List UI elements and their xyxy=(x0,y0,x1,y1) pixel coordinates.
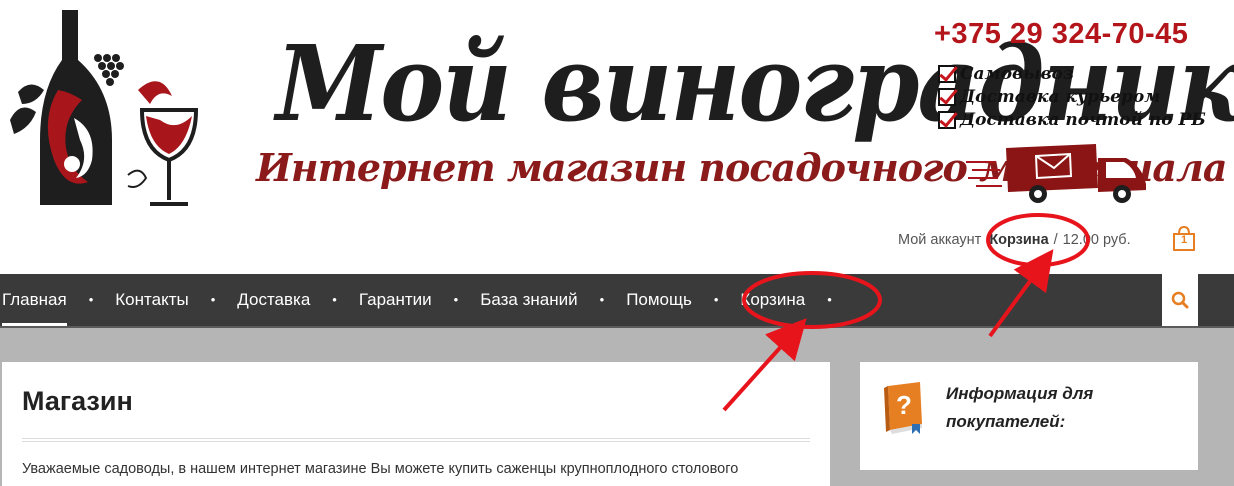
cart-count-badge: 1 xyxy=(1180,234,1188,246)
separator: / xyxy=(1053,232,1058,248)
content-area: Магазин Уважаемые садоводы, в нашем инте… xyxy=(0,328,1234,486)
nav-item-guarantees[interactable]: Гарантии xyxy=(359,274,432,326)
sidebar-info-title[interactable]: Информация для покупателей: xyxy=(946,380,1166,436)
feature-label: Доставка курьером xyxy=(960,86,1161,107)
delivery-features: Самовывоз Доставка курьером Доставка поч… xyxy=(938,62,1206,131)
nav-separator: • xyxy=(88,292,94,307)
nav-item-delivery[interactable]: Доставка xyxy=(237,274,310,326)
phone-number: +375 29 324-70-45 xyxy=(934,18,1189,50)
site-header: Мой виноградник Интернет магазин посадоч… xyxy=(0,0,1234,274)
account-bar: Мой аккаунт Корзина / 12.00 руб. xyxy=(898,228,1131,252)
nav-item-help[interactable]: Помощь xyxy=(626,274,692,326)
checkbox-icon xyxy=(938,87,956,106)
my-account-link[interactable]: Мой аккаунт xyxy=(898,232,981,248)
nav-item-contacts[interactable]: Контакты xyxy=(115,274,188,326)
delivery-truck-icon xyxy=(966,144,1146,203)
nav-item-home[interactable]: Главная xyxy=(2,274,67,326)
brand-subtitle: Интернет магазин посадочного материала xyxy=(256,145,1227,190)
main-nav: Главная • Контакты • Доставка • Гарантии • Б… xyxy=(0,274,1234,328)
title-divider xyxy=(22,438,810,442)
feature-label: Самовывоз xyxy=(960,63,1074,84)
nav-separator: • xyxy=(332,292,337,307)
page-title: Магазин xyxy=(22,386,133,416)
intro-text: Уважаемые садоводы, в нашем интернет маг… xyxy=(22,461,739,477)
search-button[interactable] xyxy=(1162,274,1198,326)
nav-separator: • xyxy=(827,292,832,307)
nav-item-knowledge-base[interactable]: База знаний xyxy=(480,274,577,326)
nav-separator: • xyxy=(713,292,719,307)
checkbox-icon xyxy=(938,110,956,129)
feature-label: Доставка почтой по РБ xyxy=(960,109,1206,130)
sidebar-info-card: ? Информация для покупателей: xyxy=(860,362,1198,470)
logo-icon[interactable] xyxy=(0,0,210,215)
main-content-card: Магазин Уважаемые садоводы, в нашем инте… xyxy=(2,362,830,486)
search-icon xyxy=(1171,291,1189,309)
feature-courier: Доставка курьером xyxy=(938,85,1206,108)
nav-separator: • xyxy=(599,292,605,307)
help-book-icon[interactable]: ? xyxy=(882,380,928,434)
feature-post: Доставка почтой по РБ xyxy=(938,108,1206,131)
checkbox-icon xyxy=(938,64,956,83)
cart-total[interactable]: 12.00 руб. xyxy=(1063,232,1131,248)
nav-separator: • xyxy=(210,292,216,307)
header-cart-link[interactable]: Корзина xyxy=(989,232,1048,248)
nav-separator: • xyxy=(453,292,459,307)
nav-item-cart[interactable]: Корзина xyxy=(740,274,805,326)
brand-title: Мой виноградник xyxy=(276,22,1234,145)
svg-text:?: ? xyxy=(896,390,912,420)
feature-pickup: Самовывоз xyxy=(938,62,1206,85)
